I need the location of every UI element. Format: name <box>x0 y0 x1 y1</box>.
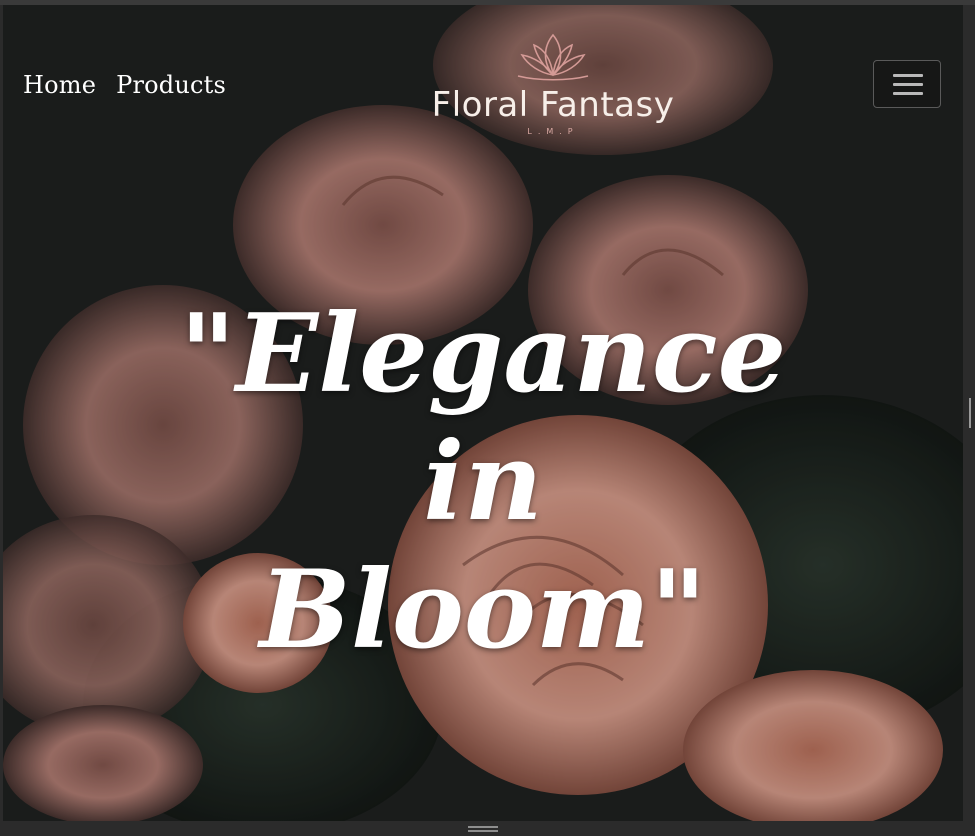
hero-section: Home Products Floral Fantasy L.M.P "Eleg… <box>3 5 963 821</box>
side-scroll-indicator[interactable] <box>969 398 971 428</box>
nav-products-link[interactable]: Products <box>116 71 226 99</box>
brand-subtitle: L.M.P <box>527 127 579 136</box>
nav-home-link[interactable]: Home <box>23 71 96 99</box>
hamburger-menu-icon <box>893 74 923 77</box>
hamburger-menu-button[interactable] <box>873 60 941 108</box>
hero-headline: "Elegance in Bloom" <box>133 290 833 674</box>
hero-headline-line1: "Elegance in <box>179 291 787 545</box>
hero-headline-line2: Bloom" <box>259 547 707 673</box>
lotus-icon <box>517 33 589 81</box>
main-nav: Home Products <box>23 71 226 99</box>
bottom-drag-handle-icon[interactable] <box>468 826 498 832</box>
brand-logo[interactable]: Floral Fantasy L.M.P <box>423 29 683 136</box>
brand-name: Floral Fantasy <box>431 85 675 125</box>
